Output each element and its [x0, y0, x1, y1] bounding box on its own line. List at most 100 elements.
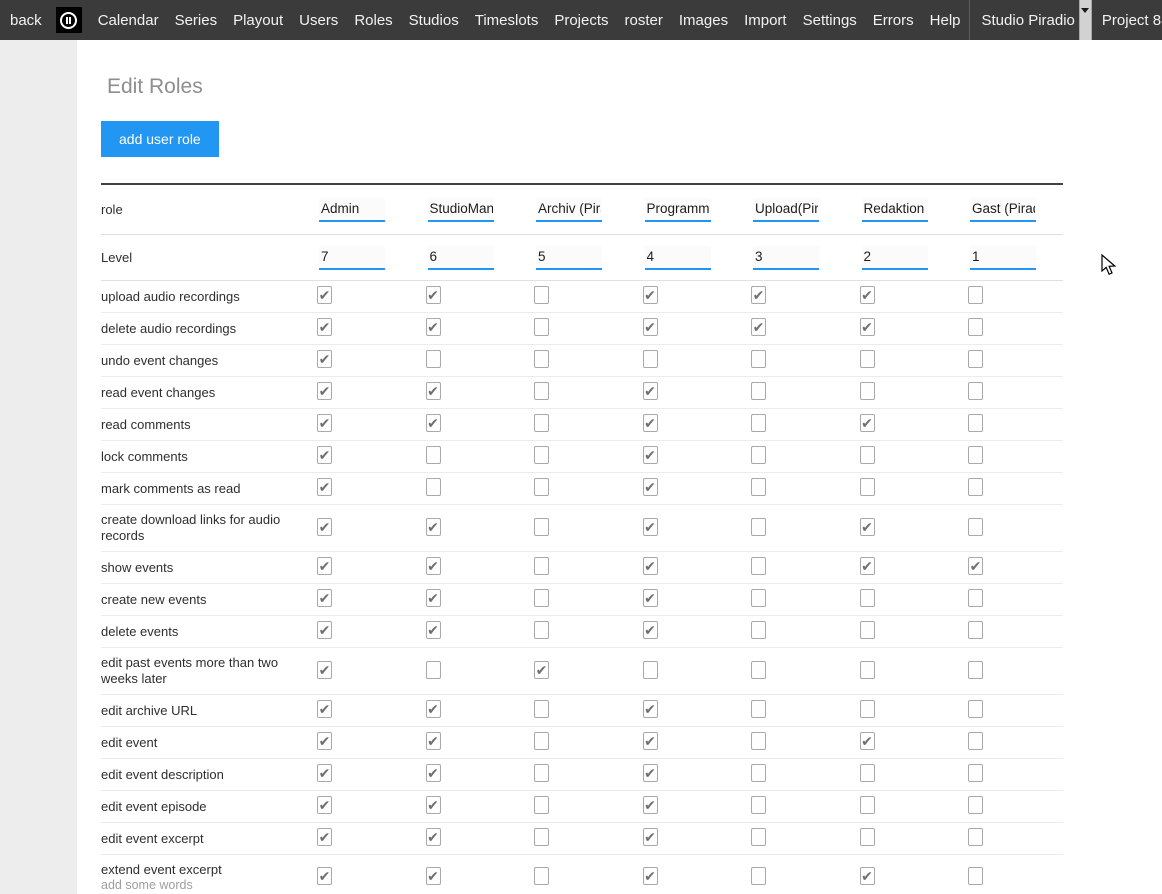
permission-checkbox[interactable]: [643, 661, 658, 679]
permission-checkbox[interactable]: [751, 732, 766, 750]
permission-checkbox[interactable]: [534, 557, 549, 575]
permission-checkbox[interactable]: [968, 557, 983, 575]
permission-checkbox[interactable]: [534, 621, 549, 639]
permission-checkbox[interactable]: [426, 621, 441, 639]
nav-item-settings[interactable]: Settings: [795, 12, 865, 29]
permission-checkbox[interactable]: [643, 518, 658, 536]
nav-item-images[interactable]: Images: [671, 12, 736, 29]
permission-checkbox[interactable]: [426, 518, 441, 536]
permission-checkbox[interactable]: [751, 518, 766, 536]
permission-checkbox[interactable]: [317, 621, 332, 639]
permission-checkbox[interactable]: [860, 764, 875, 782]
permission-checkbox[interactable]: [968, 661, 983, 679]
permission-checkbox[interactable]: [317, 700, 332, 718]
back-link[interactable]: back: [0, 12, 52, 29]
nav-item-import[interactable]: Import: [736, 12, 795, 29]
permission-checkbox[interactable]: [968, 382, 983, 400]
permission-checkbox[interactable]: [968, 867, 983, 885]
role-level-input[interactable]: [536, 246, 602, 270]
permission-checkbox[interactable]: [751, 589, 766, 607]
permission-checkbox[interactable]: [317, 350, 332, 368]
role-level-input[interactable]: [862, 246, 928, 270]
permission-checkbox[interactable]: [534, 732, 549, 750]
permission-checkbox[interactable]: [860, 796, 875, 814]
permission-checkbox[interactable]: [968, 764, 983, 782]
permission-checkbox[interactable]: [317, 382, 332, 400]
permission-checkbox[interactable]: [968, 621, 983, 639]
permission-checkbox[interactable]: [317, 286, 332, 304]
permission-checkbox[interactable]: [968, 414, 983, 432]
nav-item-errors[interactable]: Errors: [865, 12, 922, 29]
permission-checkbox[interactable]: [643, 828, 658, 846]
permission-checkbox[interactable]: [643, 382, 658, 400]
permission-checkbox[interactable]: [534, 446, 549, 464]
permission-checkbox[interactable]: [643, 286, 658, 304]
permission-checkbox[interactable]: [317, 867, 332, 885]
permission-checkbox[interactable]: [751, 382, 766, 400]
nav-item-studios[interactable]: Studios: [401, 12, 467, 29]
permission-checkbox[interactable]: [860, 286, 875, 304]
permission-checkbox[interactable]: [643, 446, 658, 464]
permission-checkbox[interactable]: [643, 621, 658, 639]
permission-checkbox[interactable]: [426, 478, 441, 496]
permission-checkbox[interactable]: [317, 589, 332, 607]
nav-item-users[interactable]: Users: [291, 12, 346, 29]
permission-checkbox[interactable]: [643, 350, 658, 368]
permission-checkbox[interactable]: [534, 350, 549, 368]
permission-checkbox[interactable]: [426, 828, 441, 846]
nav-item-playout[interactable]: Playout: [225, 12, 291, 29]
permission-checkbox[interactable]: [751, 764, 766, 782]
permission-checkbox[interactable]: [860, 557, 875, 575]
piradio-logo-icon[interactable]: [56, 7, 82, 33]
add-user-role-button[interactable]: add user role: [101, 121, 219, 157]
nav-item-calendar[interactable]: Calendar: [90, 12, 167, 29]
role-name-input[interactable]: [862, 198, 928, 222]
permission-checkbox[interactable]: [968, 828, 983, 846]
permission-checkbox[interactable]: [968, 732, 983, 750]
role-name-input[interactable]: [645, 198, 711, 222]
permission-checkbox[interactable]: [643, 796, 658, 814]
role-name-input[interactable]: [970, 198, 1036, 222]
permission-checkbox[interactable]: [534, 518, 549, 536]
nav-item-timeslots[interactable]: Timeslots: [467, 12, 547, 29]
permission-checkbox[interactable]: [426, 589, 441, 607]
permission-checkbox[interactable]: [751, 621, 766, 639]
nav-item-roles[interactable]: Roles: [346, 12, 400, 29]
permission-checkbox[interactable]: [317, 446, 332, 464]
permission-checkbox[interactable]: [860, 732, 875, 750]
permission-checkbox[interactable]: [860, 518, 875, 536]
permission-checkbox[interactable]: [968, 350, 983, 368]
permission-checkbox[interactable]: [534, 382, 549, 400]
permission-checkbox[interactable]: [317, 796, 332, 814]
permission-checkbox[interactable]: [751, 828, 766, 846]
permission-checkbox[interactable]: [860, 382, 875, 400]
permission-checkbox[interactable]: [534, 661, 549, 679]
nav-item-help[interactable]: Help: [922, 12, 969, 29]
permission-checkbox[interactable]: [643, 867, 658, 885]
permission-checkbox[interactable]: [317, 518, 332, 536]
permission-checkbox[interactable]: [860, 318, 875, 336]
permission-checkbox[interactable]: [534, 764, 549, 782]
permission-checkbox[interactable]: [317, 828, 332, 846]
role-name-input[interactable]: [753, 198, 819, 222]
permission-checkbox[interactable]: [643, 318, 658, 336]
permission-checkbox[interactable]: [426, 382, 441, 400]
permission-checkbox[interactable]: [643, 589, 658, 607]
permission-checkbox[interactable]: [317, 732, 332, 750]
studio-selector-dropdown[interactable]: [1079, 0, 1092, 40]
permission-checkbox[interactable]: [426, 867, 441, 885]
permission-checkbox[interactable]: [751, 700, 766, 718]
permission-checkbox[interactable]: [426, 796, 441, 814]
permission-checkbox[interactable]: [534, 478, 549, 496]
permission-checkbox[interactable]: [426, 557, 441, 575]
permission-checkbox[interactable]: [751, 286, 766, 304]
permission-checkbox[interactable]: [860, 478, 875, 496]
permission-checkbox[interactable]: [968, 478, 983, 496]
permission-checkbox[interactable]: [751, 414, 766, 432]
permission-checkbox[interactable]: [317, 478, 332, 496]
permission-checkbox[interactable]: [534, 318, 549, 336]
permission-checkbox[interactable]: [317, 318, 332, 336]
permission-checkbox[interactable]: [860, 446, 875, 464]
permission-checkbox[interactable]: [534, 796, 549, 814]
nav-item-series[interactable]: Series: [167, 12, 226, 29]
